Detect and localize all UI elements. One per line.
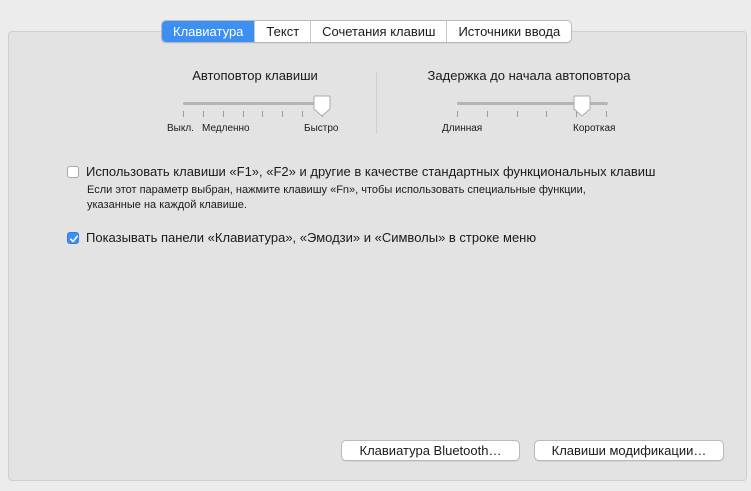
tab-keyboard[interactable]: Клавиатура: [162, 21, 255, 42]
tab-input-sources[interactable]: Источники ввода: [446, 21, 571, 42]
repeat-delay-label-short: Короткая: [573, 123, 616, 134]
fn-keys-checkbox[interactable]: [67, 166, 79, 178]
key-repeat-label-off: Выкл.: [167, 123, 194, 134]
menu-bar-checkbox[interactable]: [67, 232, 79, 244]
repeat-delay-tick-0: [457, 111, 458, 117]
repeat-delay-slider-thumb[interactable]: [573, 95, 591, 117]
key-repeat-title: Автоповтор клавиши: [192, 68, 318, 83]
key-repeat-tick-2: [223, 111, 224, 117]
fn-keys-hint-line2: указанные на каждой клавише.: [87, 199, 247, 211]
fn-keys-label[interactable]: Использовать клавиши «F1», «F2» и другие…: [86, 164, 655, 179]
tab-bar: Клавиатура Текст Сочетания клавиш Источн…: [161, 20, 573, 43]
key-repeat-track[interactable]: [183, 102, 324, 105]
repeat-delay-tick-2: [517, 111, 518, 117]
sliders-divider: [376, 72, 377, 134]
key-repeat-tick-1: [203, 111, 204, 117]
modifier-keys-button[interactable]: Клавиши модификации…: [534, 440, 724, 461]
key-repeat-label-fast: Быстро: [304, 123, 339, 134]
key-repeat-label-slow: Медленно: [202, 123, 250, 134]
repeat-delay-tick-1: [487, 111, 488, 117]
keyboard-settings-panel: [8, 31, 747, 481]
key-repeat-tick-0: [183, 111, 184, 117]
key-repeat-tick-4: [262, 111, 263, 117]
key-repeat-tick-3: [243, 111, 244, 117]
tab-shortcuts[interactable]: Сочетания клавиш: [310, 21, 446, 42]
menu-bar-label[interactable]: Показывать панели «Клавиатура», «Эмодзи»…: [86, 230, 536, 245]
tab-text[interactable]: Текст: [254, 21, 310, 42]
repeat-delay-tick-5: [606, 111, 607, 117]
key-repeat-slider-thumb[interactable]: [313, 95, 331, 117]
repeat-delay-title: Задержка до начала автоповтора: [427, 68, 631, 83]
repeat-delay-label-long: Длинная: [442, 123, 483, 134]
repeat-delay-tick-3: [546, 111, 547, 117]
key-repeat-tick-6: [302, 111, 303, 117]
bluetooth-keyboard-button[interactable]: Клавиатура Bluetooth…: [341, 440, 520, 461]
checkmark-icon: [70, 235, 79, 243]
fn-keys-hint-line1: Если этот параметр выбран, нажмите клави…: [87, 184, 586, 196]
key-repeat-tick-5: [282, 111, 283, 117]
